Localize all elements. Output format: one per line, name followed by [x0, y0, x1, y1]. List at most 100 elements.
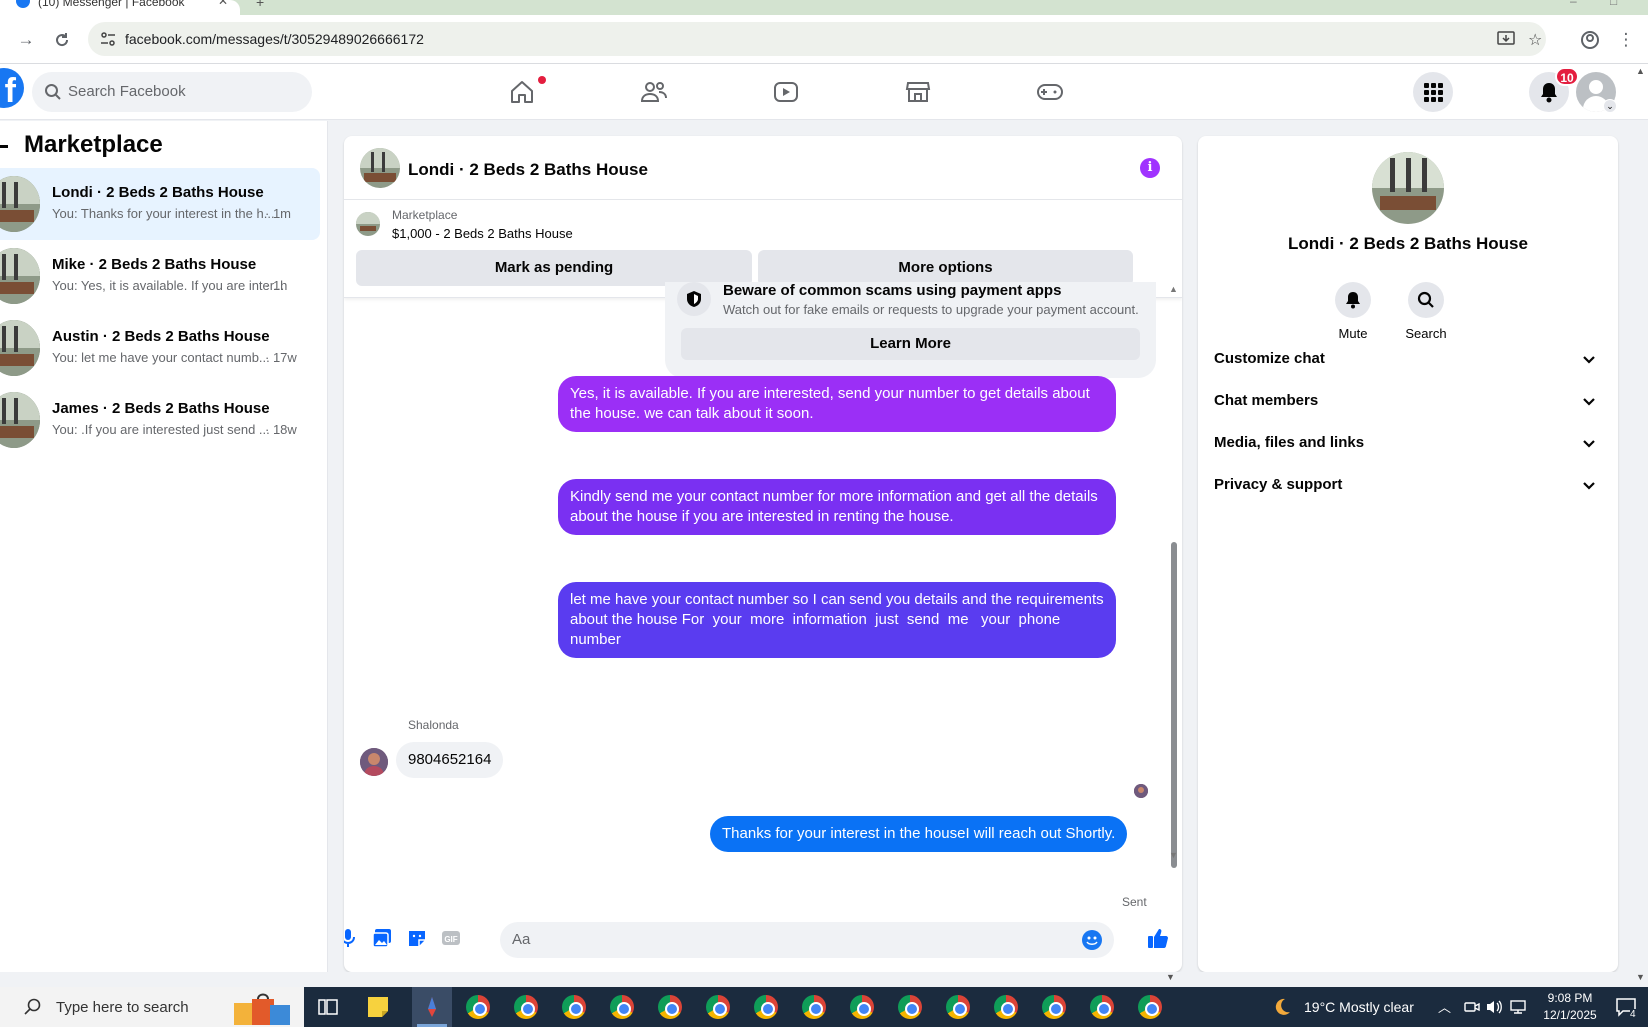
- weather-text[interactable]: 19°C Mostly clear: [1304, 999, 1414, 1015]
- sent-message-bubble[interactable]: Yes, it is available. If you are interes…: [558, 376, 1116, 432]
- listing-avatar-large[interactable]: [1372, 152, 1444, 224]
- task-view-icon[interactable]: [314, 993, 342, 1021]
- search-facebook-input[interactable]: Search Facebook: [32, 72, 312, 112]
- received-message-bubble[interactable]: 9804652164: [396, 742, 504, 778]
- message-input[interactable]: Aa: [500, 922, 1114, 958]
- chrome-icon[interactable]: [1040, 993, 1068, 1021]
- page-bottom-strip: ▼ ▼: [0, 972, 1648, 987]
- install-app-icon[interactable]: [1497, 30, 1515, 53]
- network-icon[interactable]: [1504, 993, 1532, 1021]
- conversation-item-londi[interactable]: Londi · 2 Beds 2 Baths House You: Thanks…: [0, 168, 320, 240]
- scroll-down-arrow-icon[interactable]: ▼: [1169, 850, 1178, 860]
- tab-close-icon[interactable]: ✕: [218, 0, 228, 8]
- chat-members-section[interactable]: Chat members: [1214, 380, 1602, 424]
- chrome-icon[interactable]: [464, 993, 492, 1021]
- sticky-notes-icon[interactable]: [364, 993, 392, 1021]
- site-settings-icon[interactable]: [100, 31, 116, 52]
- mute-action[interactable]: Mute: [1318, 282, 1388, 341]
- chat-listing-avatar[interactable]: [360, 148, 400, 188]
- info-icon[interactable]: i: [1140, 158, 1160, 178]
- weather-moon-icon[interactable]: [1268, 993, 1296, 1021]
- paint-app-icon[interactable]: [412, 987, 452, 1027]
- chrome-icon[interactable]: [512, 993, 540, 1021]
- chrome-icon[interactable]: [896, 993, 924, 1021]
- menu-grid-icon[interactable]: [1413, 72, 1453, 112]
- chrome-icon[interactable]: [704, 993, 732, 1021]
- url-text[interactable]: facebook.com/messages/t/3052948902666617…: [125, 31, 424, 47]
- listing-title[interactable]: $1,000 - 2 Beds 2 Baths House: [392, 226, 573, 241]
- scroll-up-arrow-icon[interactable]: ▲: [1169, 284, 1178, 294]
- bookmark-star-icon[interactable]: ☆: [1528, 30, 1542, 50]
- sent-message-bubble[interactable]: let me have your contact number so I can…: [558, 582, 1116, 658]
- section-label: Privacy & support: [1214, 476, 1343, 493]
- chrome-icon[interactable]: [608, 993, 636, 1021]
- browser-menu-icon[interactable]: ⋮: [1614, 28, 1638, 52]
- chrome-icon[interactable]: [1136, 993, 1164, 1021]
- search-placeholder: Search Facebook: [68, 83, 186, 100]
- chrome-icon[interactable]: [560, 993, 588, 1021]
- scrollbar-thumb[interactable]: [1171, 542, 1177, 868]
- thumbs-up-like-icon[interactable]: [1146, 926, 1170, 950]
- conversation-item-austin[interactable]: Austin · 2 Beds 2 Baths House You: let m…: [0, 312, 320, 384]
- sender-avatar[interactable]: [360, 748, 388, 776]
- conversation-snippet: You: Thanks for your interest in the h..…: [52, 206, 275, 221]
- conversation-time: · 1h: [265, 278, 288, 293]
- marketplace-nav-icon[interactable]: [888, 72, 948, 112]
- pane-scroll-down-arrow-icon[interactable]: ▼: [1166, 972, 1175, 982]
- bell-icon: [1335, 282, 1371, 318]
- browser-tabstrip: (10) Messenger | Facebook ✕ + – □: [0, 0, 1648, 15]
- chat-scrollbar[interactable]: ▲ ▼: [1168, 284, 1180, 868]
- chrome-icon[interactable]: [944, 993, 972, 1021]
- section-label: Chat members: [1214, 392, 1319, 409]
- media-files-links-section[interactable]: Media, files and links: [1214, 422, 1602, 466]
- search-icon: [24, 998, 42, 1021]
- browser-tab-active[interactable]: (10) Messenger | Facebook ✕: [0, 0, 240, 15]
- page-scroll-down-arrow-icon[interactable]: ▼: [1636, 972, 1645, 982]
- emoji-icon[interactable]: [1082, 930, 1102, 950]
- reload-icon[interactable]: [50, 28, 74, 52]
- listing-thumbnail: [0, 248, 40, 304]
- conversation-item-mike[interactable]: Mike · 2 Beds 2 Baths House You: Yes, it…: [0, 240, 320, 312]
- taskbar-clock[interactable]: 9:08 PM 12/1/2025: [1530, 990, 1610, 1024]
- conversation-time: · 18w: [265, 422, 297, 437]
- new-tab-icon[interactable]: +: [256, 0, 264, 10]
- tray-chevron-up-icon[interactable]: ︿: [1438, 997, 1451, 1016]
- mark-as-pending-button[interactable]: Mark as pending: [356, 250, 752, 286]
- gaming-nav-icon[interactable]: [1020, 72, 1080, 112]
- profile-icon[interactable]: [1578, 28, 1602, 52]
- sent-message-bubble[interactable]: Thanks for your interest in the houseI w…: [710, 816, 1128, 852]
- chrome-icon[interactable]: [848, 993, 876, 1021]
- customize-chat-section[interactable]: Customize chat: [1214, 338, 1602, 382]
- search-icon: [44, 83, 62, 106]
- photo-icon[interactable]: [370, 926, 394, 950]
- minimize-icon[interactable]: –: [1570, 0, 1577, 8]
- facebook-logo-icon[interactable]: f: [0, 68, 24, 108]
- shield-icon: [677, 282, 711, 316]
- address-bar[interactable]: facebook.com/messages/t/3052948902666617…: [88, 22, 1546, 56]
- sticker-icon[interactable]: [405, 926, 429, 950]
- chrome-icon[interactable]: [752, 993, 780, 1021]
- maximize-icon[interactable]: □: [1610, 0, 1617, 8]
- sidebar-title: Marketplace: [24, 131, 163, 158]
- gif-icon[interactable]: GIF: [439, 926, 463, 950]
- chrome-icon[interactable]: [656, 993, 684, 1021]
- chrome-icon[interactable]: [1088, 993, 1116, 1021]
- forward-arrow-icon[interactable]: →: [14, 28, 38, 52]
- conversation-item-james[interactable]: James · 2 Beds 2 Baths House You: .If yo…: [0, 384, 320, 456]
- sent-message-bubble[interactable]: Kindly send me your contact number for m…: [558, 479, 1116, 535]
- microphone-icon[interactable]: [344, 926, 360, 950]
- chat-title[interactable]: Londi · 2 Beds 2 Baths House: [408, 160, 648, 180]
- back-arrow-icon[interactable]: [0, 145, 8, 148]
- search-in-chat-action[interactable]: Search: [1391, 282, 1461, 341]
- chrome-icon[interactable]: [800, 993, 828, 1021]
- message-composer: GIF Aa: [344, 908, 1182, 972]
- video-nav-icon[interactable]: [756, 72, 816, 112]
- privacy-support-section[interactable]: Privacy & support: [1214, 464, 1602, 508]
- page-scroll-up-arrow-icon[interactable]: ▲: [1636, 66, 1645, 76]
- account-chevron-down-icon[interactable]: ⌄: [1603, 99, 1617, 113]
- more-options-button[interactable]: More options: [758, 250, 1133, 286]
- chrome-icon[interactable]: [992, 993, 1020, 1021]
- friends-nav-icon[interactable]: [624, 72, 684, 112]
- taskbar-search-box[interactable]: Type here to search: [0, 987, 304, 1027]
- learn-more-button[interactable]: Learn More: [681, 328, 1140, 360]
